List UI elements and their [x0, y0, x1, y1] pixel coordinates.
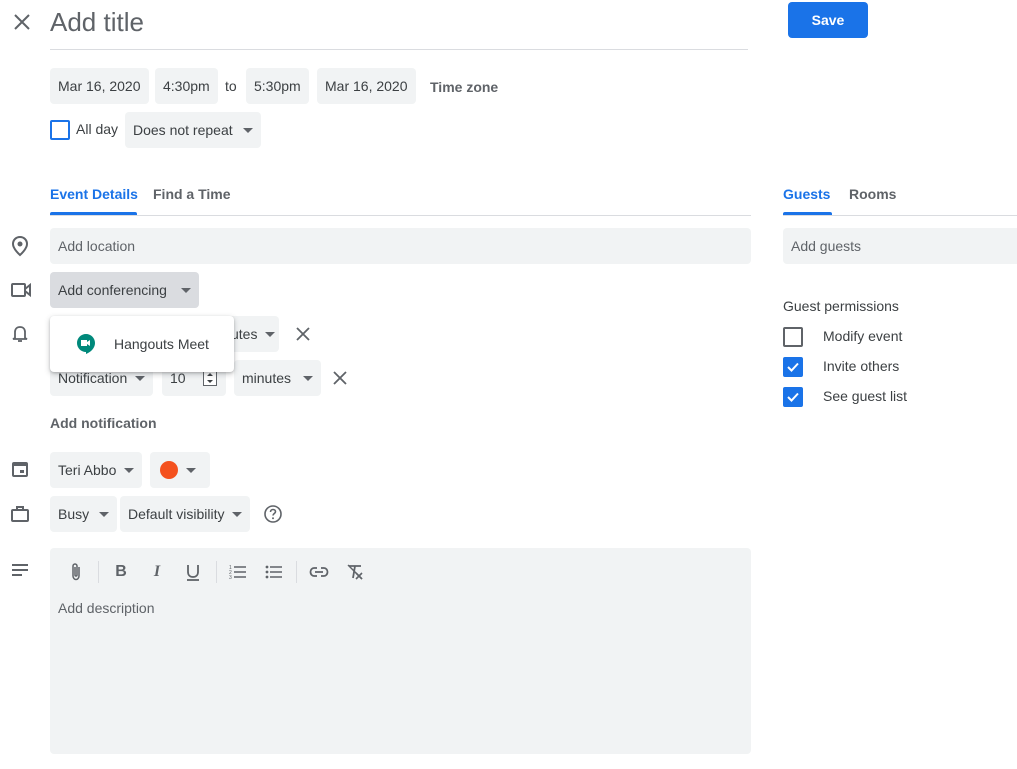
bell-icon — [11, 324, 29, 344]
link-icon[interactable] — [307, 560, 331, 584]
title-input[interactable]: Add title — [50, 4, 748, 50]
calendar-owner-label: Teri Abbo — [58, 462, 117, 478]
chevron-down-icon — [186, 467, 196, 473]
add-conferencing-dropdown[interactable]: Add conferencing — [50, 272, 199, 308]
briefcase-icon — [10, 505, 30, 523]
see-guest-list-label: See guest list — [823, 388, 908, 404]
description-placeholder: Add description — [58, 600, 155, 616]
hangouts-meet-icon — [76, 333, 96, 355]
chevron-down-icon — [242, 127, 253, 133]
menu-item-label: Hangouts Meet — [114, 336, 209, 352]
close-icon[interactable] — [296, 327, 310, 341]
save-label: Save — [811, 12, 845, 28]
end-date-button[interactable]: Mar 16, 2020 — [317, 68, 416, 104]
menu-item-hangouts-meet[interactable]: Hangouts Meet — [50, 316, 234, 372]
toolbar-separator — [296, 561, 297, 583]
availability-dropdown[interactable]: Busy — [50, 496, 118, 532]
notification-type-label: Notification — [58, 370, 128, 386]
chevron-down-icon — [124, 467, 135, 473]
start-time-button[interactable]: 4:30pm — [155, 68, 218, 104]
all-day-label: All day — [76, 121, 119, 137]
notification-unit-fragment: utes — [231, 326, 258, 342]
to-label: to — [225, 78, 237, 94]
chevron-down-icon — [265, 331, 276, 337]
chevron-down-icon — [99, 511, 110, 517]
tab-event-details[interactable]: Event Details — [50, 186, 138, 202]
calendar-owner-dropdown[interactable]: Teri Abbo — [50, 452, 143, 488]
chevron-down-icon — [180, 287, 191, 293]
title-placeholder: Add title — [50, 7, 144, 37]
add-notification-button[interactable]: Add notification — [50, 415, 157, 431]
description-icon — [11, 563, 29, 577]
tab-guests[interactable]: Guests — [783, 186, 830, 202]
italic-icon[interactable]: I — [145, 560, 169, 584]
invite-others-checkbox[interactable] — [783, 357, 803, 377]
spinner-icon[interactable] — [203, 370, 217, 386]
notification-unit-dropdown[interactable]: minutes — [234, 360, 322, 396]
underline-icon[interactable] — [181, 560, 205, 584]
video-camera-icon — [10, 281, 32, 299]
attachment-icon[interactable] — [64, 560, 88, 584]
conferencing-menu: Hangouts Meet — [50, 316, 234, 372]
help-icon[interactable] — [263, 504, 283, 524]
add-conferencing-label: Add conferencing — [58, 282, 167, 298]
start-date-button[interactable]: Mar 16, 2020 — [50, 68, 149, 104]
remove-formatting-icon[interactable] — [343, 560, 367, 584]
visibility-dropdown[interactable]: Default visibility — [120, 496, 251, 532]
toolbar-separator — [98, 561, 99, 583]
chevron-down-icon — [303, 375, 314, 381]
modify-event-checkbox[interactable] — [783, 327, 803, 347]
all-day-checkbox[interactable] — [50, 120, 70, 140]
tab-rooms[interactable]: Rooms — [849, 186, 896, 202]
repeat-dropdown[interactable]: Does not repeat — [125, 112, 261, 148]
right-tabs-divider — [783, 215, 1017, 216]
location-pin-icon — [10, 235, 30, 257]
svg-text:3: 3 — [229, 575, 232, 580]
toolbar-separator — [216, 561, 217, 583]
close-icon[interactable] — [333, 371, 347, 385]
notification-unit-label: minutes — [242, 370, 292, 386]
tab-find-a-time[interactable]: Find a Time — [153, 186, 231, 202]
see-guest-list-checkbox[interactable] — [783, 387, 803, 407]
bold-icon[interactable]: B — [109, 560, 133, 584]
notification-amount: 10 — [170, 370, 186, 386]
save-button[interactable]: Save — [788, 2, 868, 38]
calendar-icon — [11, 460, 29, 478]
chevron-down-icon — [135, 375, 146, 381]
bulleted-list-icon[interactable] — [262, 560, 286, 584]
close-icon[interactable] — [12, 12, 32, 32]
color-swatch — [160, 461, 178, 479]
repeat-value: Does not repeat — [133, 122, 233, 138]
event-color-dropdown[interactable] — [150, 452, 210, 488]
visibility-label: Default visibility — [128, 506, 225, 522]
location-input[interactable]: Add location — [50, 228, 751, 264]
end-time-button[interactable]: 5:30pm — [246, 68, 309, 104]
guest-permissions-title: Guest permissions — [783, 298, 899, 314]
modify-event-label: Modify event — [823, 328, 903, 344]
invite-others-label: Invite others — [823, 358, 900, 374]
timezone-button[interactable]: Time zone — [430, 79, 498, 95]
numbered-list-icon[interactable]: 123 — [226, 560, 250, 584]
tabs-divider — [50, 215, 751, 216]
availability-label: Busy — [58, 506, 90, 522]
add-guests-input[interactable]: Add guests — [783, 228, 1017, 264]
chevron-down-icon — [232, 511, 243, 517]
